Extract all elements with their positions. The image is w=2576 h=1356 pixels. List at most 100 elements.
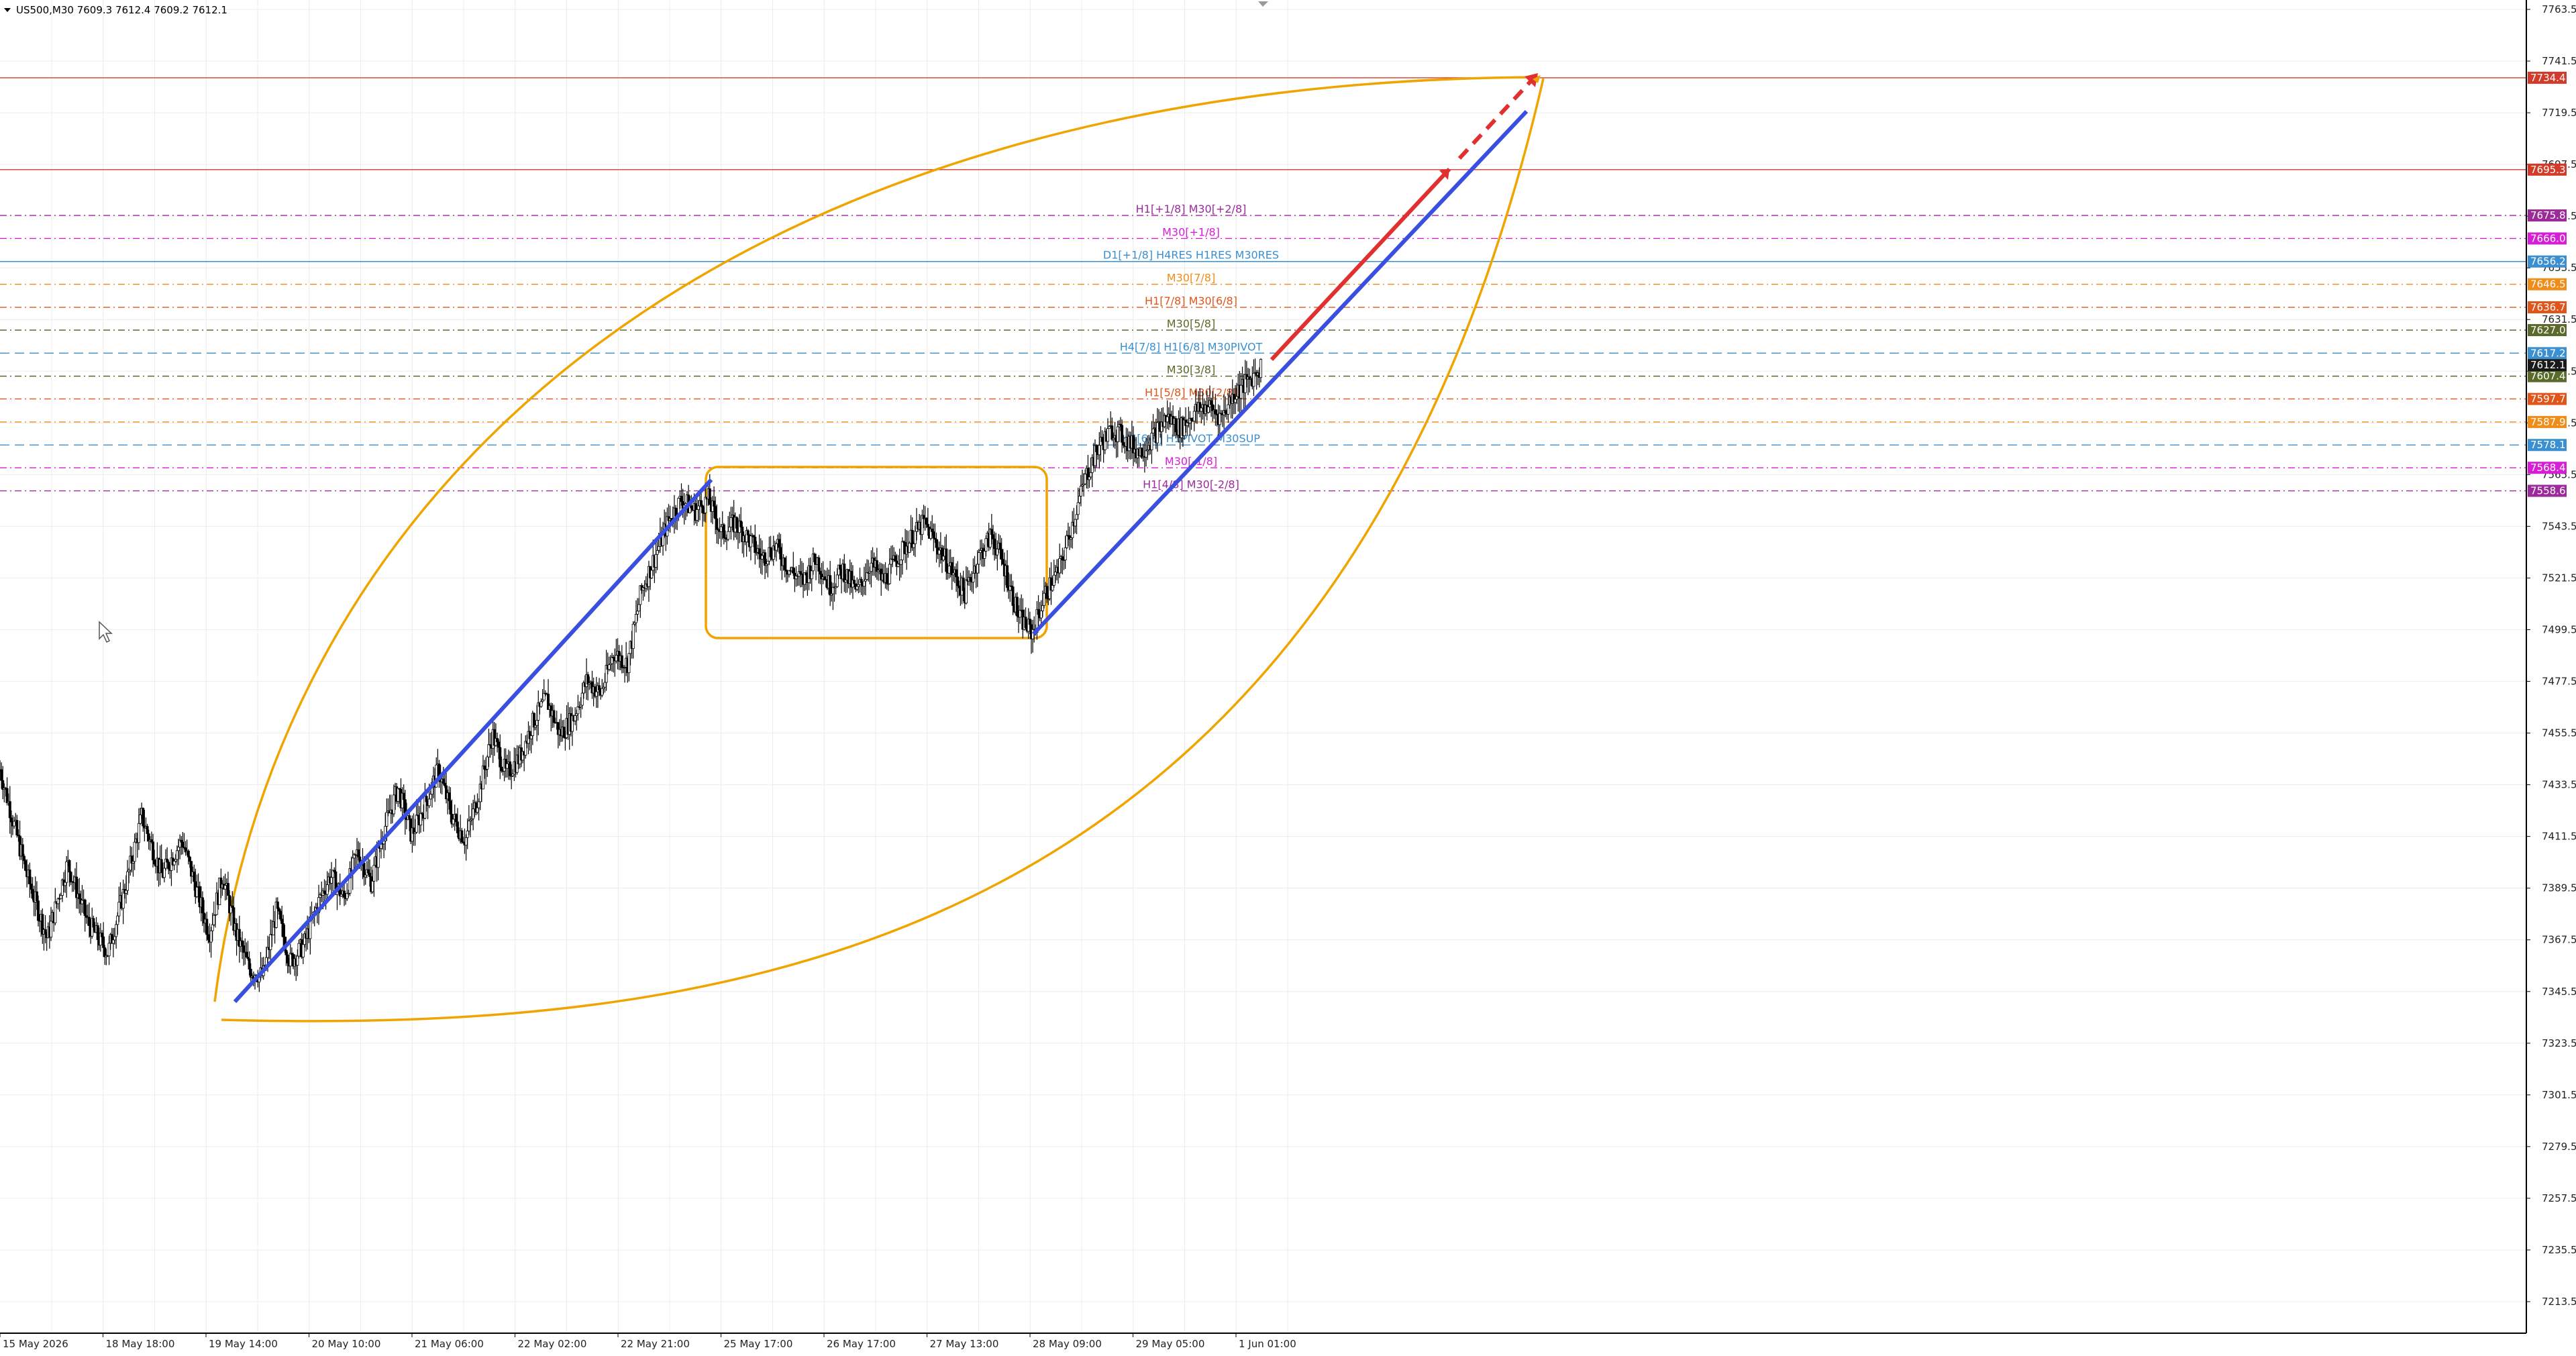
candle-body bbox=[286, 954, 289, 963]
price-tick-label: 7301.5 bbox=[2542, 1089, 2576, 1101]
candle-body bbox=[654, 554, 658, 568]
level-label: H1[5/8] M30[2/8] bbox=[1145, 386, 1237, 399]
candle-body bbox=[601, 688, 604, 696]
candle-body bbox=[926, 523, 929, 527]
candle-body bbox=[991, 534, 994, 539]
candle-body bbox=[690, 505, 693, 509]
price-tick-label: 7719.5 bbox=[2542, 107, 2576, 119]
candle-body bbox=[1235, 396, 1239, 400]
price-tick-label: 7345.5 bbox=[2542, 986, 2576, 998]
price-tick-label: 7543.5 bbox=[2542, 520, 2576, 532]
price-tick-label: 7521.5 bbox=[2542, 572, 2576, 584]
candle-body bbox=[68, 860, 71, 873]
candle-body bbox=[1019, 610, 1022, 618]
candle-body bbox=[1088, 476, 1091, 480]
candle-body bbox=[330, 877, 333, 884]
candle-body bbox=[603, 682, 607, 688]
price-tick-label: 7741.5 bbox=[2542, 55, 2576, 67]
price-tick-label: 7389.5 bbox=[2542, 882, 2576, 894]
candle-body bbox=[1252, 372, 1255, 387]
candle-body bbox=[269, 934, 272, 950]
candle-body bbox=[499, 747, 502, 768]
candle-body bbox=[925, 517, 928, 525]
candle-body bbox=[180, 839, 183, 843]
candle-body bbox=[1095, 445, 1098, 452]
price-tick-label: 7411.5 bbox=[2542, 831, 2576, 843]
time-tick-label: 1 Jun 01:00 bbox=[1239, 1338, 1296, 1350]
candle-body bbox=[195, 886, 199, 897]
candle-body bbox=[1061, 556, 1064, 561]
candle-body bbox=[50, 921, 53, 938]
candle-body bbox=[376, 846, 380, 868]
candle-body bbox=[1052, 574, 1055, 586]
candle-body bbox=[443, 782, 446, 786]
chart-canvas[interactable]: H1[+1/8] M30[+2/8] M30[+1/8] D1[+1/8] H4RE… bbox=[0, 0, 2576, 1356]
candle-body bbox=[713, 501, 716, 507]
candle-body bbox=[500, 766, 503, 772]
candle-body bbox=[96, 925, 99, 940]
candle-body bbox=[193, 872, 196, 882]
price-badge-label: 7568.4 bbox=[2530, 462, 2566, 474]
level-label: H4[7/8] H1[6/8] M30PIVOT bbox=[1120, 340, 1263, 353]
candle-body bbox=[700, 500, 703, 507]
chart-window[interactable]: H1[+1/8] M30[+2/8] M30[+1/8] D1[+1/8] H4RE… bbox=[0, 0, 2576, 1356]
candle-body bbox=[993, 538, 996, 550]
candle-body bbox=[1051, 585, 1054, 591]
candle-body bbox=[201, 897, 204, 914]
candle-body bbox=[810, 570, 813, 580]
candle-body bbox=[900, 541, 904, 560]
candle-body bbox=[931, 528, 934, 532]
candle-body bbox=[117, 902, 121, 917]
candle-body bbox=[580, 692, 584, 706]
candle-body bbox=[701, 505, 705, 513]
time-tick-label: 20 May 10:00 bbox=[312, 1338, 381, 1350]
candle-body bbox=[817, 557, 821, 572]
candle-body bbox=[778, 539, 781, 548]
candle-body bbox=[1116, 426, 1119, 442]
price-tick-label: 7279.5 bbox=[2542, 1141, 2576, 1153]
candle-body bbox=[1218, 413, 1221, 425]
candle-body bbox=[1151, 428, 1155, 433]
candle-body bbox=[279, 910, 282, 920]
candle-body bbox=[107, 943, 111, 957]
candle-body bbox=[945, 548, 948, 572]
time-tick-label: 18 May 18:00 bbox=[106, 1338, 175, 1350]
candle-body bbox=[419, 813, 423, 826]
candle-body bbox=[449, 800, 452, 815]
candle-body bbox=[1166, 416, 1169, 423]
candle-body bbox=[59, 895, 62, 899]
candle-body bbox=[857, 584, 860, 587]
candle-body bbox=[650, 570, 654, 578]
candle-body bbox=[187, 850, 190, 857]
time-tick-label: 15 May 2026 bbox=[3, 1338, 68, 1350]
candle-body bbox=[188, 856, 191, 862]
candle-body bbox=[1155, 422, 1159, 444]
candle-body bbox=[754, 536, 757, 553]
price-badge-label: 7627.0 bbox=[2530, 324, 2566, 336]
candle-body bbox=[111, 939, 115, 944]
candle-body bbox=[162, 868, 166, 878]
candle-body bbox=[977, 552, 980, 565]
candle-body bbox=[908, 543, 911, 553]
candle-body bbox=[912, 543, 915, 548]
candle-body bbox=[983, 551, 986, 559]
candle-body bbox=[1053, 572, 1057, 576]
candle-body bbox=[9, 817, 13, 823]
price-badge-label: 7578.1 bbox=[2530, 439, 2566, 451]
candle-body bbox=[1000, 549, 1003, 560]
candle-body bbox=[969, 577, 972, 581]
candle-body bbox=[223, 885, 227, 890]
candle-body bbox=[749, 535, 752, 547]
candle-body bbox=[139, 815, 142, 824]
price-badge-label: 7587.9 bbox=[2530, 416, 2566, 428]
candle-body bbox=[497, 741, 501, 748]
candle-body bbox=[958, 585, 961, 588]
candle-body bbox=[15, 820, 19, 836]
candle-body bbox=[124, 890, 127, 894]
candle-body bbox=[452, 819, 455, 825]
candle-body bbox=[212, 915, 215, 925]
candle-body bbox=[1121, 425, 1124, 443]
candle-body bbox=[714, 506, 717, 519]
candle-body bbox=[697, 505, 700, 510]
candle-body bbox=[175, 850, 178, 860]
